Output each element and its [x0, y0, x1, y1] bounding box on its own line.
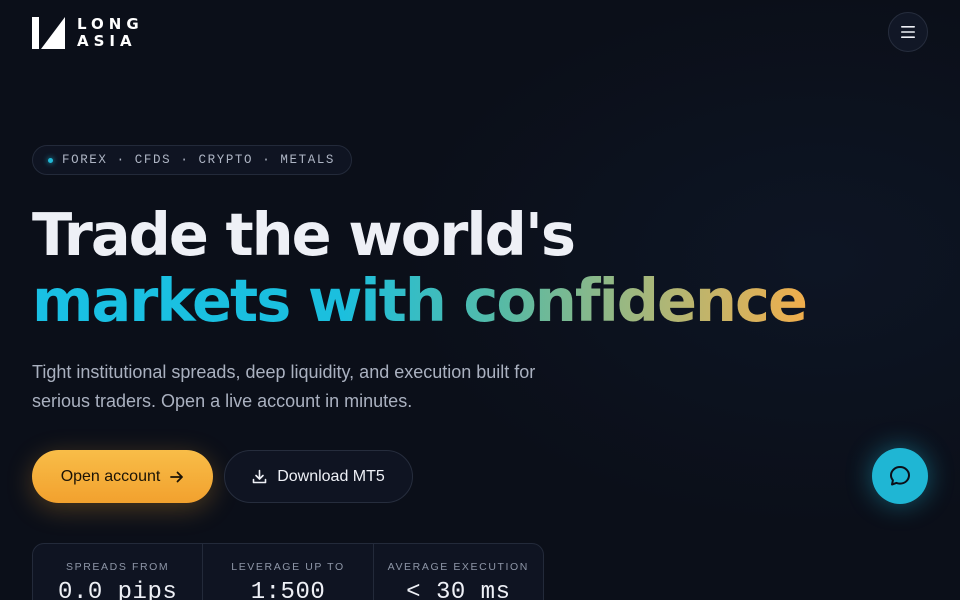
- stat-label: SPREADS FROM: [66, 561, 170, 573]
- brand-wordmark: LONG ASIA: [77, 16, 144, 50]
- stat-value: 0.0 pips: [58, 579, 178, 600]
- hero-subtitle: Tight institutional spreads, deep liquid…: [32, 362, 536, 411]
- markets-badge: FOREX · CFDS · CRYPTO · METALS: [32, 145, 353, 175]
- hero-headline: Trade the world's markets with confidenc…: [32, 200, 808, 335]
- stat-value: 1:500: [250, 579, 326, 600]
- brand-logo[interactable]: LONG ASIA: [32, 16, 144, 50]
- headline-line-1: Trade the world's: [32, 200, 576, 269]
- chat-bubble-icon: [890, 466, 910, 486]
- open-account-label: Open account: [60, 467, 161, 485]
- arrow-right-icon: [170, 471, 184, 482]
- badge-text: FOREX · CFDS · CRYPTO · METALS: [62, 153, 336, 167]
- stat-execution: AVERAGE EXECUTION < 30 ms: [374, 544, 543, 600]
- stat-label: LEVERAGE UP TO: [231, 561, 345, 573]
- open-account-button[interactable]: Open account: [32, 450, 213, 503]
- stat-spreads: SPREADS FROM 0.0 pips: [33, 544, 204, 600]
- stat-leverage: LEVERAGE UP TO 1:500: [203, 544, 374, 600]
- download-mt5-button[interactable]: Download MT5: [224, 450, 413, 503]
- headline-line-2: markets with confidence: [32, 266, 808, 335]
- menu-button[interactable]: [888, 12, 928, 52]
- chat-button[interactable]: [872, 448, 928, 504]
- stats-panel: SPREADS FROM 0.0 pips LEVERAGE UP TO 1:5…: [32, 543, 544, 600]
- download-mt5-label: Download MT5: [277, 467, 385, 485]
- stat-label: AVERAGE EXECUTION: [387, 561, 529, 573]
- stat-value: < 30 ms: [406, 579, 511, 600]
- brand-line-1: LONG: [77, 15, 144, 33]
- hamburger-menu-icon: [901, 26, 915, 38]
- download-icon: [252, 469, 267, 484]
- long-asia-logo-mark-icon: [32, 17, 65, 49]
- badge-dot-icon: [48, 157, 53, 163]
- brand-line-2: ASIA: [77, 32, 137, 50]
